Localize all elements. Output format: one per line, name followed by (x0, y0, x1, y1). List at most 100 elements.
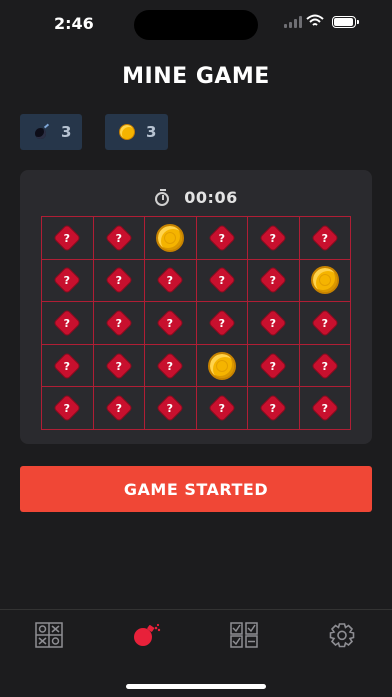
grid-cell[interactable]: ? (93, 259, 145, 303)
hidden-tile-icon: ? (260, 352, 286, 379)
grid-cell[interactable]: ? (299, 387, 351, 430)
grid-cell[interactable]: ? (42, 344, 94, 388)
battery-tip (357, 20, 359, 24)
grid-cell[interactable]: ? (145, 344, 197, 388)
home-indicator (126, 684, 266, 689)
hidden-tile-glyph: ? (167, 273, 174, 287)
hidden-tile-icon: ? (106, 225, 132, 251)
hidden-tile-glyph: ? (218, 273, 225, 287)
hidden-tile-glyph: ? (115, 359, 122, 373)
hidden-tile-glyph: ? (115, 273, 122, 287)
hidden-tile-icon: ? (54, 395, 80, 421)
game-started-button[interactable]: GAME STARTED (20, 466, 372, 512)
dynamic-island (134, 10, 258, 40)
hidden-tile-icon: ? (312, 225, 338, 251)
bomb-counter: 3 (20, 114, 82, 150)
grid-cell[interactable] (196, 344, 248, 388)
grid-cell[interactable] (145, 217, 197, 260)
grid-cell[interactable]: ? (248, 217, 300, 260)
grid-cell[interactable]: ? (93, 217, 145, 260)
hidden-tile-glyph: ? (270, 316, 277, 330)
hidden-tile-icon: ? (106, 267, 132, 294)
grid-cell[interactable]: ? (42, 387, 94, 430)
tic-tac-toe-grid-icon[interactable] (34, 622, 64, 648)
coin-icon (310, 266, 339, 295)
hidden-tile-icon: ? (209, 395, 235, 421)
game-board-panel: 00:06 ??????????????????????????? (20, 170, 372, 444)
grid-cell[interactable]: ? (145, 302, 197, 345)
hidden-tile-icon: ? (209, 310, 235, 336)
hidden-tile-icon: ? (209, 267, 235, 294)
grid-cell[interactable]: ? (299, 344, 351, 388)
hidden-tile-icon: ? (106, 352, 132, 379)
hidden-tile-glyph: ? (218, 401, 225, 415)
hidden-tile-glyph: ? (167, 316, 174, 330)
coin-icon (156, 223, 185, 252)
grid-cell[interactable]: ? (299, 302, 351, 345)
hidden-tile-glyph: ? (321, 231, 328, 245)
hidden-tile-icon: ? (260, 310, 286, 336)
coin-counter: 3 (105, 114, 168, 150)
gear-icon[interactable] (327, 622, 357, 648)
game-timer: 00:06 (20, 188, 372, 207)
hidden-tile-glyph: ? (115, 401, 122, 415)
grid-cell[interactable]: ? (248, 259, 300, 303)
hidden-tile-icon: ? (312, 310, 338, 336)
grid-cell[interactable]: ? (248, 387, 300, 430)
grid-cell[interactable]: ? (196, 217, 248, 260)
mine-grid: ??????????????????????????? (41, 216, 351, 430)
checklist-grid-icon[interactable] (229, 622, 259, 648)
grid-cell[interactable]: ? (42, 217, 94, 260)
grid-cell[interactable]: ? (93, 302, 145, 345)
grid-cell[interactable]: ? (248, 302, 300, 345)
grid-cell[interactable] (299, 259, 351, 303)
cellular-signal-icon (284, 16, 302, 28)
timer-text: 00:06 (184, 188, 238, 207)
grid-cell[interactable]: ? (145, 259, 197, 303)
hidden-tile-icon: ? (54, 225, 80, 251)
grid-cell[interactable]: ? (42, 302, 94, 345)
hidden-tile-icon: ? (157, 352, 183, 379)
hidden-tile-icon: ? (157, 395, 183, 421)
status-bar: 2:46 (0, 0, 392, 48)
hidden-tile-glyph: ? (64, 231, 71, 245)
grid-cell[interactable]: ? (42, 259, 94, 303)
hidden-tile-glyph: ? (64, 401, 71, 415)
hidden-tile-glyph: ? (218, 231, 225, 245)
grid-cell[interactable]: ? (196, 302, 248, 345)
hidden-tile-glyph: ? (321, 401, 328, 415)
stopwatch-icon (154, 188, 172, 207)
grid-cell[interactable]: ? (196, 259, 248, 303)
hidden-tile-glyph: ? (270, 401, 277, 415)
hidden-tile-icon: ? (106, 310, 132, 336)
grid-cell[interactable]: ? (93, 387, 145, 430)
hidden-tile-glyph: ? (115, 231, 122, 245)
hidden-tile-icon: ? (157, 310, 183, 336)
grid-cell[interactable]: ? (196, 387, 248, 430)
hidden-tile-glyph: ? (270, 359, 277, 373)
hidden-tile-glyph: ? (64, 359, 71, 373)
hidden-tile-glyph: ? (64, 316, 71, 330)
hidden-tile-icon: ? (54, 267, 80, 294)
hidden-tile-glyph: ? (270, 273, 277, 287)
hidden-tile-icon: ? (106, 395, 132, 421)
grid-cell[interactable]: ? (248, 344, 300, 388)
grid-cell[interactable]: ? (93, 344, 145, 388)
grid-cell[interactable]: ? (299, 217, 351, 260)
hidden-tile-icon: ? (260, 225, 286, 251)
hidden-tile-glyph: ? (115, 316, 122, 330)
hidden-tile-icon: ? (260, 267, 286, 294)
wifi-icon (306, 14, 324, 26)
grid-cell[interactable]: ? (145, 387, 197, 430)
coin-icon (207, 351, 236, 380)
bomb-tab-icon[interactable] (131, 622, 161, 648)
coin-icon (118, 123, 136, 141)
hidden-tile-icon: ? (209, 225, 235, 251)
hidden-tile-icon: ? (312, 352, 338, 379)
hidden-tile-glyph: ? (167, 359, 174, 373)
page-title: MINE GAME (122, 64, 270, 89)
hidden-tile-glyph: ? (270, 231, 277, 245)
hidden-tile-icon: ? (54, 352, 80, 379)
hidden-tile-icon: ? (54, 310, 80, 336)
hidden-tile-glyph: ? (64, 273, 71, 287)
